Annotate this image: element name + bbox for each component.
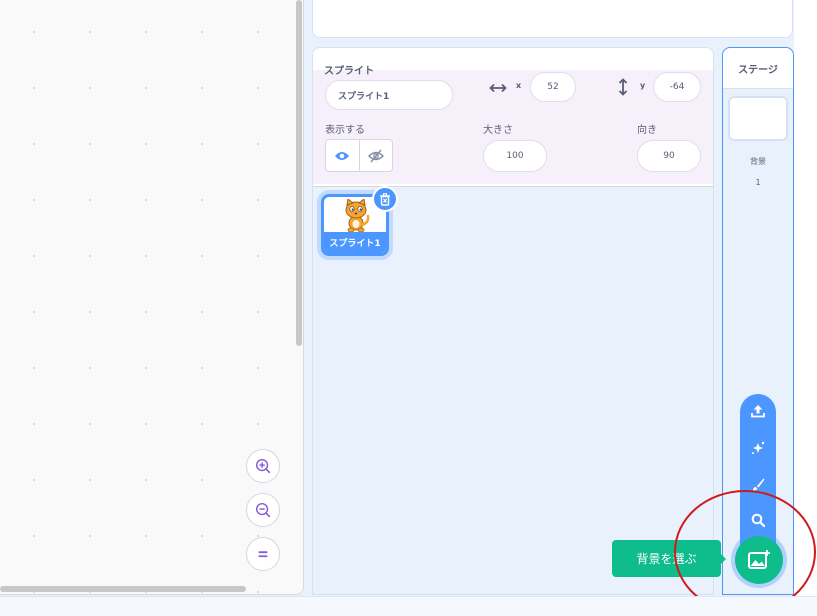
sprite-info-panel: スプライト スプライト1 x 52 y -64 表示する 大きさ 100 向き … <box>313 48 713 187</box>
zoom-reset-button[interactable] <box>246 537 280 571</box>
x-label: x <box>516 81 522 90</box>
eye-icon <box>335 151 350 160</box>
upload-backdrop-button[interactable] <box>749 402 767 420</box>
delete-sprite-button[interactable] <box>372 186 398 212</box>
sprite-tile-name: スプライト1 <box>324 232 386 253</box>
stage-thumbnail[interactable] <box>728 96 788 141</box>
backdrops-count: 1 <box>755 178 761 187</box>
zoom-in-icon <box>255 458 271 474</box>
visibility-toggle <box>325 139 393 172</box>
backdrops-label: 背景 <box>750 157 766 166</box>
size-field[interactable]: 100 <box>483 140 547 172</box>
y-arrows-icon <box>618 78 628 96</box>
direction-field[interactable]: 90 <box>637 140 701 172</box>
surprise-backdrop-button[interactable] <box>749 439 767 457</box>
stage-title: ステージ <box>723 48 793 89</box>
code-workspace[interactable] <box>0 0 304 595</box>
cat-sprite-icon <box>345 199 370 233</box>
x-arrows-icon <box>489 83 507 93</box>
y-label: y <box>640 81 646 90</box>
size-label: 大きさ <box>483 125 513 136</box>
upload-icon <box>751 405 765 418</box>
show-label: 表示する <box>325 125 365 136</box>
sprite-name-field[interactable]: スプライト1 <box>325 80 453 110</box>
zoom-reset-icon <box>258 551 268 558</box>
x-field[interactable]: 52 <box>530 72 576 102</box>
workspace-horizontal-scrollbar[interactable] <box>0 586 246 592</box>
stage-canvas[interactable] <box>312 0 793 38</box>
eye-off-icon <box>367 149 384 162</box>
y-field[interactable]: -64 <box>653 72 701 102</box>
show-button[interactable] <box>326 140 360 171</box>
direction-label: 向き <box>637 125 657 136</box>
sprite-title: スプライト <box>324 66 374 77</box>
surprise-icon <box>752 441 765 454</box>
zoom-out-button[interactable] <box>246 493 280 527</box>
zoom-out-icon <box>255 502 271 518</box>
zoom-in-button[interactable] <box>246 449 280 483</box>
bottom-edge <box>0 596 817 616</box>
sprite-pane: スプライト スプライト1 x 52 y -64 表示する 大きさ 100 向き … <box>312 47 714 595</box>
trash-icon <box>380 192 390 206</box>
hide-button[interactable] <box>360 140 393 171</box>
workspace-vertical-scrollbar[interactable] <box>296 0 302 346</box>
